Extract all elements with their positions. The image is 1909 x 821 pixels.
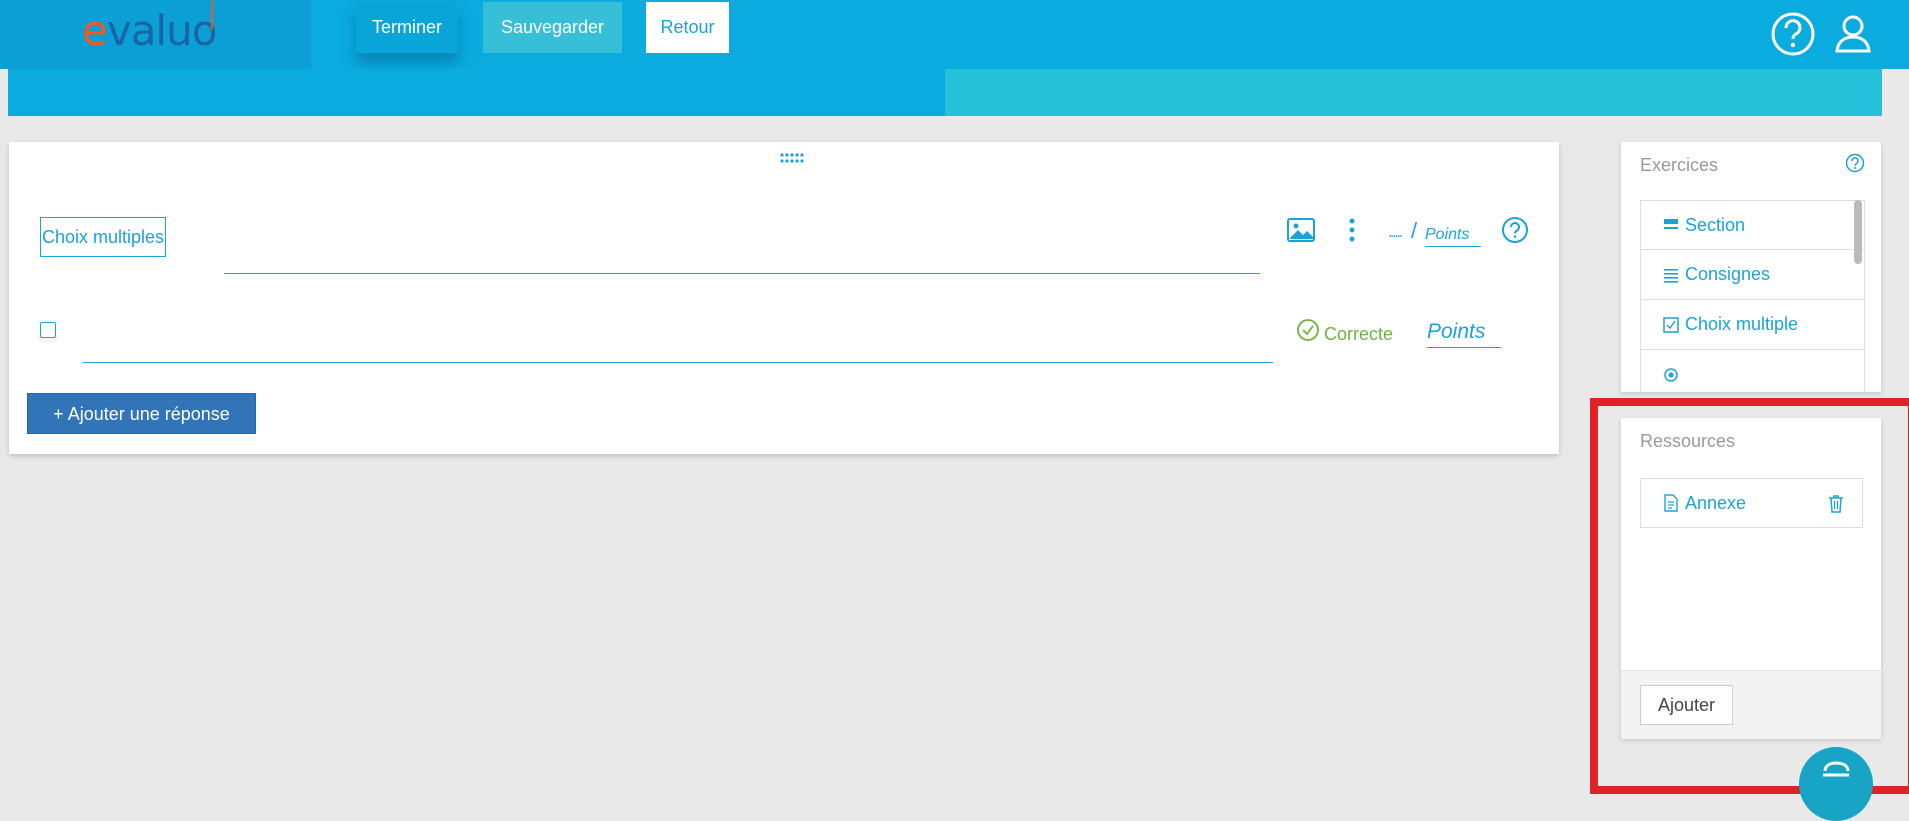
sauvegarder-button[interactable]: Sauvegarder [483, 2, 622, 53]
exercise-item-partial[interactable] [1640, 350, 1865, 392]
logo-area: evaluo ╱ [0, 0, 311, 69]
answer-checkbox[interactable] [40, 322, 56, 338]
exercises-panel: Exercices Section Consignes Choix multip… [1621, 142, 1881, 392]
chat-widget-button[interactable] [1799, 747, 1873, 821]
exercises-scrollbar[interactable] [1854, 200, 1862, 264]
retour-button[interactable]: Retour [646, 2, 729, 53]
radio-icon [1664, 367, 1678, 382]
checkbox-icon [1663, 316, 1679, 333]
question-type-label: Choix multiples [40, 217, 166, 257]
correct-check-icon[interactable] [1296, 318, 1320, 342]
image-icon[interactable] [1287, 218, 1315, 242]
add-answer-button[interactable]: + Ajouter une réponse [27, 393, 256, 434]
list-icon [1664, 268, 1678, 283]
exercise-item-label: Choix multiple [1685, 314, 1799, 334]
exercise-item-consignes[interactable]: Consignes [1640, 250, 1865, 300]
section-icon [1664, 219, 1678, 229]
drag-handle-icon[interactable] [779, 152, 809, 164]
terminer-button[interactable]: Terminer [356, 2, 458, 53]
banner-right [945, 69, 1882, 116]
top-navbar: evaluo ╱ Terminer Sauvegarder Retour [0, 0, 1909, 69]
exercise-item-choix-multiple[interactable]: Choix multiple [1640, 300, 1865, 350]
exercises-list: Section Consignes Choix multiple [1640, 200, 1865, 392]
help-icon[interactable] [1769, 10, 1817, 58]
correct-label[interactable]: Correcte [1324, 324, 1393, 345]
exercise-item-label: Section [1685, 214, 1746, 235]
question-points-value[interactable]: ...... [1388, 224, 1403, 241]
evaluo-logo[interactable]: evaluo ╱ [82, 3, 223, 55]
question-text-input[interactable] [224, 273, 1260, 274]
answer-points-input[interactable]: Points [1427, 320, 1501, 348]
chat-icon [1823, 761, 1850, 777]
answer-text-input[interactable] [83, 362, 1273, 363]
more-options-icon[interactable] [1348, 217, 1356, 243]
points-separator: / [1411, 218, 1418, 243]
exercise-item-section[interactable]: Section [1640, 200, 1865, 250]
user-icon[interactable] [1829, 10, 1877, 58]
question-card: Choix multiples ...... / Points Correcte… [9, 142, 1559, 454]
question-help-icon[interactable] [1501, 216, 1529, 244]
exercise-item-label: Consignes [1685, 264, 1771, 284]
exercises-help-icon[interactable] [1845, 153, 1865, 173]
banner-left [8, 69, 945, 116]
question-points-label: Points [1425, 226, 1481, 247]
exercises-title: Exercices [1640, 155, 1719, 175]
highlight-box [1590, 398, 1909, 794]
